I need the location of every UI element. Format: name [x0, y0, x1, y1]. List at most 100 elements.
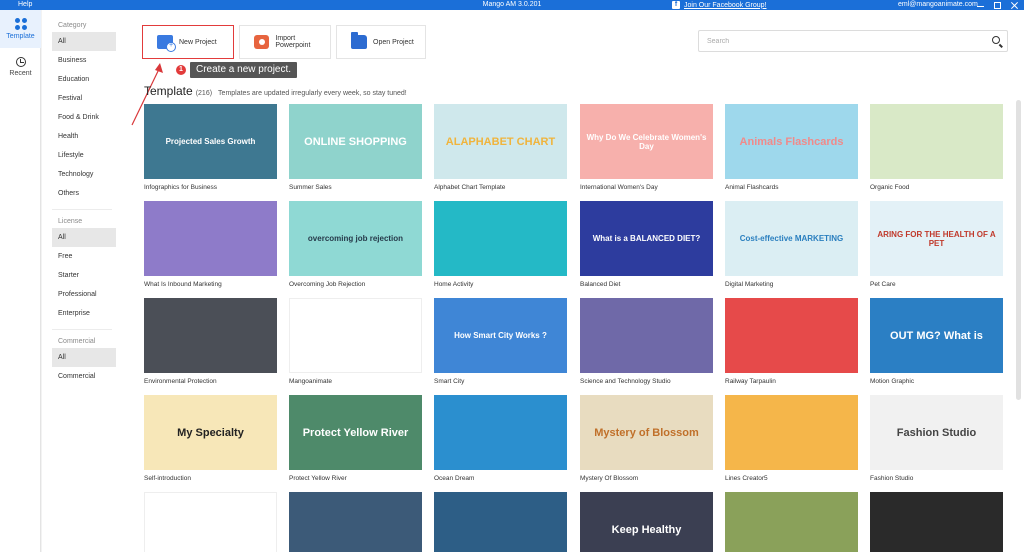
template-card[interactable]: Organic Food: [870, 104, 1003, 191]
template-card[interactable]: Mystery of Blossom Mystery Of Blossom: [580, 395, 713, 482]
maximize-icon[interactable]: [994, 1, 1001, 9]
category-item-others[interactable]: Others: [42, 184, 122, 203]
template-thumbnail-text: Protect Yellow River: [302, 426, 409, 439]
category-item-food-drink[interactable]: Food & Drink: [42, 108, 122, 127]
template-card[interactable]: Railway Tarpaulin: [725, 298, 858, 385]
license-item-starter[interactable]: Starter: [42, 266, 122, 285]
minimize-icon[interactable]: [977, 3, 984, 7]
search-icon[interactable]: [992, 36, 1000, 44]
template-card[interactable]: overcoming job rejection Overcoming Job R…: [289, 201, 422, 288]
template-thumbnail-text: OUT MG? What is: [890, 329, 983, 342]
commercial-item-commercial[interactable]: Commercial: [42, 367, 122, 386]
open-project-button[interactable]: Open Project: [336, 25, 426, 59]
template-thumbnail: [434, 201, 567, 276]
close-icon[interactable]: [1011, 2, 1018, 9]
category-item-health[interactable]: Health: [42, 127, 122, 146]
template-card[interactable]: [434, 492, 567, 552]
template-card[interactable]: My Specialty Self-introduction: [144, 395, 277, 482]
template-card[interactable]: Mangoanimate: [289, 298, 422, 385]
template-thumbnail-text: Why Do We Celebrate Women's Day: [586, 132, 707, 151]
template-card[interactable]: Ocean Dream: [434, 395, 567, 482]
template-label: Smart City: [434, 378, 465, 385]
scrollbar[interactable]: [1016, 100, 1021, 400]
template-label: International Women's Day: [580, 184, 658, 191]
main-content: New Project Import Powerpoint Open Proje…: [122, 10, 1024, 552]
template-card[interactable]: Home Activity: [434, 201, 567, 288]
template-thumbnail-text: Cost-effective MARKETING: [739, 234, 844, 243]
template-card[interactable]: Animals Flashcards Animal Flashcards: [725, 104, 858, 191]
template-card[interactable]: Keep Healthy: [580, 492, 713, 552]
template-thumbnail: [870, 104, 1003, 179]
template-thumbnail-text: Keep Healthy: [611, 523, 682, 536]
template-card[interactable]: Cost-effective MARKETING Digital Marketin…: [725, 201, 858, 288]
category-item-festival[interactable]: Festival: [42, 89, 122, 108]
template-label: Summer Sales: [289, 184, 332, 191]
nav-recent[interactable]: Recent: [0, 48, 41, 86]
template-thumbnail: [289, 298, 422, 373]
template-thumbnail-text: My Specialty: [177, 426, 244, 439]
template-card[interactable]: OUT MG? What is Motion Graphic: [870, 298, 1003, 385]
category-item-lifestyle[interactable]: Lifestyle: [42, 146, 122, 165]
user-email[interactable]: eml@mangoanimate.com: [898, 1, 978, 8]
template-card[interactable]: Why Do We Celebrate Women's Day Internati…: [580, 104, 713, 191]
template-label: Home Activity: [434, 281, 474, 288]
template-card[interactable]: [289, 492, 422, 552]
new-project-button[interactable]: New Project: [142, 25, 234, 59]
template-card[interactable]: ALAPHABET CHART Alphabet Chart Template: [434, 104, 567, 191]
template-card[interactable]: What is a BALANCED DIET? Balanced Diet: [580, 201, 713, 288]
template-card[interactable]: ONLINE SHOPPING Summer Sales: [289, 104, 422, 191]
license-item-professional[interactable]: Professional: [42, 285, 122, 304]
templates-count: (216): [195, 90, 213, 97]
template-thumbnail: Projected Sales Growth: [144, 104, 277, 179]
template-card[interactable]: Science and Technology Studio: [580, 298, 713, 385]
template-label: Organic Food: [870, 184, 910, 191]
clock-icon: [15, 57, 26, 67]
template-card[interactable]: Lines Creator5: [725, 395, 858, 482]
template-card[interactable]: [870, 492, 1003, 552]
category-item-technology[interactable]: Technology: [42, 165, 122, 184]
template-card[interactable]: How Smart City Works ? Smart City: [434, 298, 567, 385]
license-item-free[interactable]: Free: [42, 247, 122, 266]
template-label: Balanced Diet: [580, 281, 621, 288]
facebook-group-label: Join Our Facebook Group!: [684, 1, 767, 9]
template-grid-icon: [14, 18, 27, 30]
open-project-label: Open Project: [373, 38, 414, 46]
nav-template[interactable]: Template: [0, 10, 41, 48]
template-thumbnail: How Smart City Works ?: [434, 298, 567, 373]
import-powerpoint-label: Import Powerpoint: [275, 35, 311, 49]
template-thumbnail: Protect Yellow River: [289, 395, 422, 470]
template-thumbnail-text: ARING FOR THE HEALTH OF A PET: [877, 229, 996, 248]
template-thumbnail: [870, 492, 1003, 552]
template-thumbnail: ARING FOR THE HEALTH OF A PET: [870, 201, 1003, 276]
template-card[interactable]: Fashion Studio Fashion Studio: [870, 395, 1003, 482]
template-thumbnail: [144, 201, 277, 276]
template-thumbnail: [434, 395, 567, 470]
template-thumbnail-text: What is a BALANCED DIET?: [592, 234, 701, 243]
template-thumbnail-text: ALAPHABET CHART: [445, 135, 556, 148]
template-thumbnail: [725, 492, 858, 552]
template-thumbnail: What is a BALANCED DIET?: [580, 201, 713, 276]
template-label: Protect Yellow River: [289, 475, 347, 482]
title-bar: Help Mango AM 3.0.201 f Join Our Faceboo…: [0, 0, 1024, 10]
category-item-education[interactable]: Education: [42, 70, 122, 89]
license-item-all[interactable]: All: [52, 228, 116, 247]
template-thumbnail-text: Projected Sales Growth: [165, 137, 256, 146]
template-thumbnail-text: Fashion Studio: [896, 426, 977, 439]
template-card[interactable]: [144, 492, 277, 552]
license-item-enterprise[interactable]: Enterprise: [42, 304, 122, 323]
template-card[interactable]: [725, 492, 858, 552]
template-card[interactable]: ARING FOR THE HEALTH OF A PET Pet Care: [870, 201, 1003, 288]
category-item-all[interactable]: All: [52, 32, 116, 51]
template-card[interactable]: Protect Yellow River Protect Yellow River: [289, 395, 422, 482]
template-label: Self-introduction: [144, 475, 191, 482]
commercial-item-all[interactable]: All: [52, 348, 116, 367]
facebook-group-link[interactable]: f Join Our Facebook Group!: [672, 0, 767, 10]
template-card[interactable]: Environmental Protection: [144, 298, 277, 385]
template-thumbnail: Animals Flashcards: [725, 104, 858, 179]
import-powerpoint-button[interactable]: Import Powerpoint: [239, 25, 331, 59]
category-item-business[interactable]: Business: [42, 51, 122, 70]
template-card[interactable]: What Is Inbound Marketing: [144, 201, 277, 288]
template-thumbnail: [144, 298, 277, 373]
template-card[interactable]: Projected Sales Growth Infographics for B…: [144, 104, 277, 191]
search-input[interactable]: [699, 31, 979, 51]
